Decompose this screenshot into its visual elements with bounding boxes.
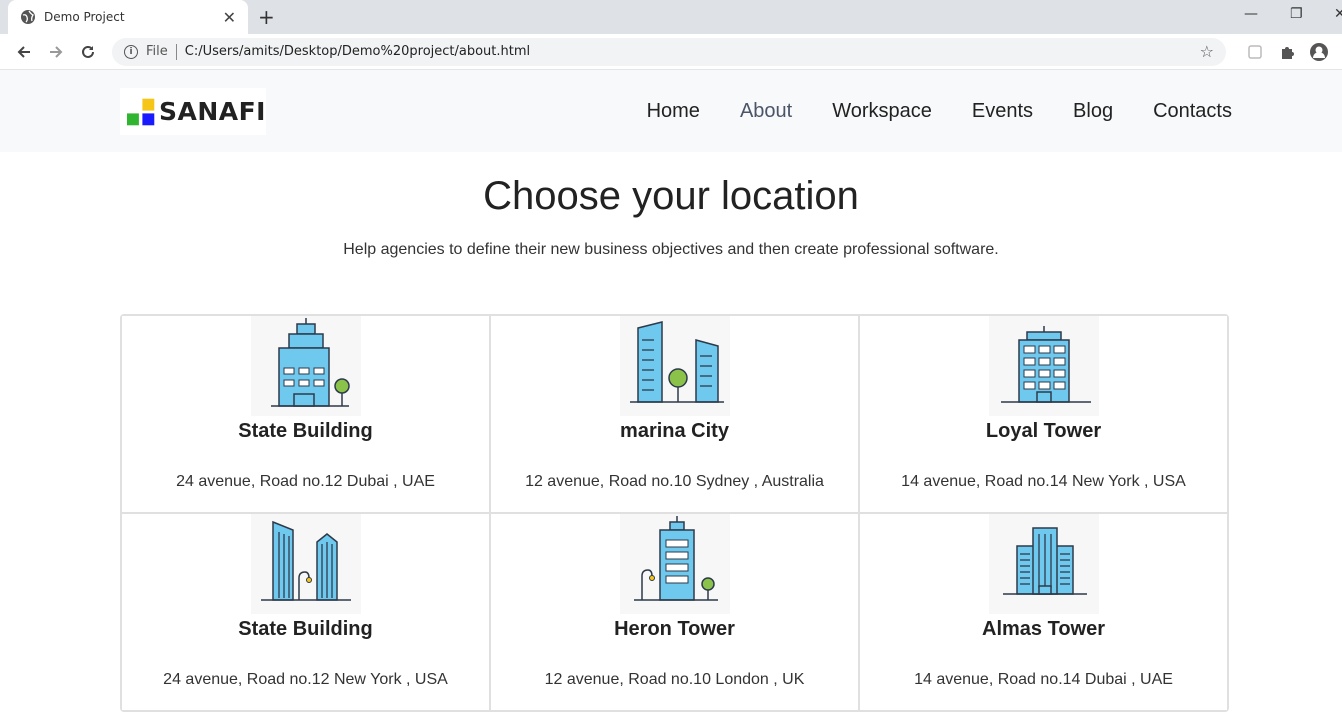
arrow-right-icon xyxy=(50,45,63,58)
logo-text: SANAFI xyxy=(158,97,266,126)
location-card[interactable]: State Building 24 avenue, Road no.12 New… xyxy=(122,514,489,710)
nav-workspace[interactable]: Workspace xyxy=(832,100,932,123)
globe-icon xyxy=(21,10,35,24)
extensions-puzzle-icon[interactable] xyxy=(1274,39,1300,65)
reload-button[interactable] xyxy=(74,38,102,66)
address-bar[interactable]: i File C:/Users/amits/Desktop/Demo%20pro… xyxy=(112,37,1226,66)
site-logo[interactable]: SANAFI xyxy=(120,88,266,135)
tall-tower-icon xyxy=(619,514,730,614)
main-nav: Home About Workspace Events Blog Contact… xyxy=(607,100,1232,123)
url-text[interactable]: C:/Users/amits/Desktop/Demo%20project/ab… xyxy=(185,44,1200,59)
browser-tab[interactable]: Demo Project ✕ xyxy=(8,0,248,34)
nav-contacts[interactable]: Contacts xyxy=(1153,100,1232,123)
location-address: 12 avenue, Road no.10 Sydney , Australia xyxy=(525,473,824,490)
location-name: Almas Tower xyxy=(982,618,1105,640)
tab-title: Demo Project xyxy=(44,10,125,24)
bookmark-star-icon[interactable]: ☆ xyxy=(1200,42,1214,61)
window-close-button[interactable]: ✕ xyxy=(1334,6,1342,22)
location-card[interactable]: Almas Tower 14 avenue, Road no.14 Dubai … xyxy=(860,514,1227,710)
location-name: State Building xyxy=(238,420,373,442)
nav-about[interactable]: About xyxy=(740,100,792,123)
glass-tower-icon xyxy=(988,514,1099,614)
logo-mark-icon xyxy=(127,98,155,125)
location-address: 24 avenue, Road no.12 Dubai , UAE xyxy=(176,473,435,490)
twin-towers-icon xyxy=(619,316,730,416)
tower-building-icon xyxy=(988,316,1099,416)
page-title: Choose your location xyxy=(483,174,859,218)
office-building-icon xyxy=(250,316,361,416)
location-grid: State Building 24 avenue, Road no.12 Dub… xyxy=(120,314,1229,712)
profile-avatar-icon[interactable] xyxy=(1306,39,1332,65)
forward-button[interactable] xyxy=(42,38,70,66)
location-card[interactable]: marina City 12 avenue, Road no.10 Sydney… xyxy=(491,316,858,512)
browser-tab-strip: Demo Project ✕ + — ❐ ✕ xyxy=(0,0,1342,34)
page-subtitle: Help agencies to define their new busine… xyxy=(343,241,999,258)
site-header: SANAFI Home About Workspace Events Blog … xyxy=(0,70,1342,152)
address-toolbar: i File C:/Users/amits/Desktop/Demo%20pro… xyxy=(0,34,1342,70)
location-address: 24 avenue, Road no.12 New York , USA xyxy=(163,671,448,688)
location-name: Loyal Tower xyxy=(985,420,1102,442)
info-icon[interactable]: i xyxy=(124,44,138,59)
location-card[interactable]: Heron Tower 12 avenue, Road no.10 London… xyxy=(491,514,858,710)
scheme-label: File xyxy=(146,44,168,59)
arrow-left-icon xyxy=(17,45,30,58)
reader-icon[interactable] xyxy=(1242,39,1268,65)
nav-blog[interactable]: Blog xyxy=(1073,100,1113,123)
location-address: 12 avenue, Road no.10 London , UK xyxy=(544,671,805,688)
restore-button[interactable]: ❐ xyxy=(1290,6,1303,22)
location-name: Heron Tower xyxy=(614,618,735,640)
back-button[interactable] xyxy=(10,38,38,66)
reload-icon xyxy=(82,45,94,58)
location-name: marina City xyxy=(620,420,729,442)
minimize-button[interactable]: — xyxy=(1244,6,1258,22)
nav-events[interactable]: Events xyxy=(972,100,1033,123)
skyscrapers-icon xyxy=(250,514,361,614)
location-address: 14 avenue, Road no.14 Dubai , UAE xyxy=(914,671,1173,688)
new-tab-button[interactable]: + xyxy=(258,5,275,29)
location-address: 14 avenue, Road no.14 New York , USA xyxy=(901,473,1186,490)
location-card[interactable]: Loyal Tower 14 avenue, Road no.14 New Yo… xyxy=(860,316,1227,512)
tab-close-icon[interactable]: ✕ xyxy=(223,8,236,27)
location-card[interactable]: State Building 24 avenue, Road no.12 Dub… xyxy=(122,316,489,512)
location-name: State Building xyxy=(238,618,373,640)
divider xyxy=(175,43,177,60)
nav-home[interactable]: Home xyxy=(647,100,700,123)
